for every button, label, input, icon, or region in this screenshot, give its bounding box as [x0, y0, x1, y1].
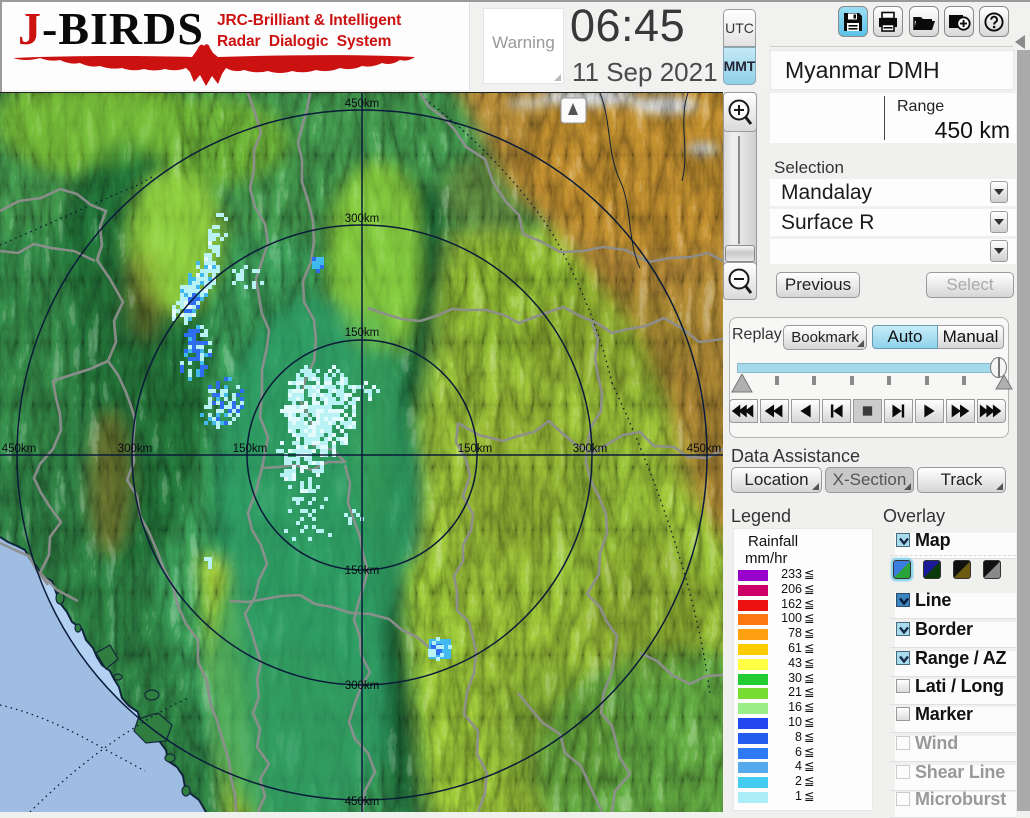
svg-text:450km: 450km: [345, 796, 380, 808]
svg-text:150km: 150km: [345, 327, 380, 339]
svg-text:300km: 300km: [573, 443, 608, 455]
svg-text:450km: 450km: [345, 98, 380, 110]
svg-text:150km: 150km: [458, 443, 493, 455]
svg-text:300km: 300km: [118, 443, 153, 455]
svg-text:300km: 300km: [345, 680, 380, 692]
svg-text:450km: 450km: [687, 443, 722, 455]
svg-text:150km: 150km: [233, 443, 268, 455]
svg-text:450km: 450km: [2, 443, 37, 455]
svg-text:300km: 300km: [345, 213, 380, 225]
svg-text:150km: 150km: [345, 565, 380, 577]
